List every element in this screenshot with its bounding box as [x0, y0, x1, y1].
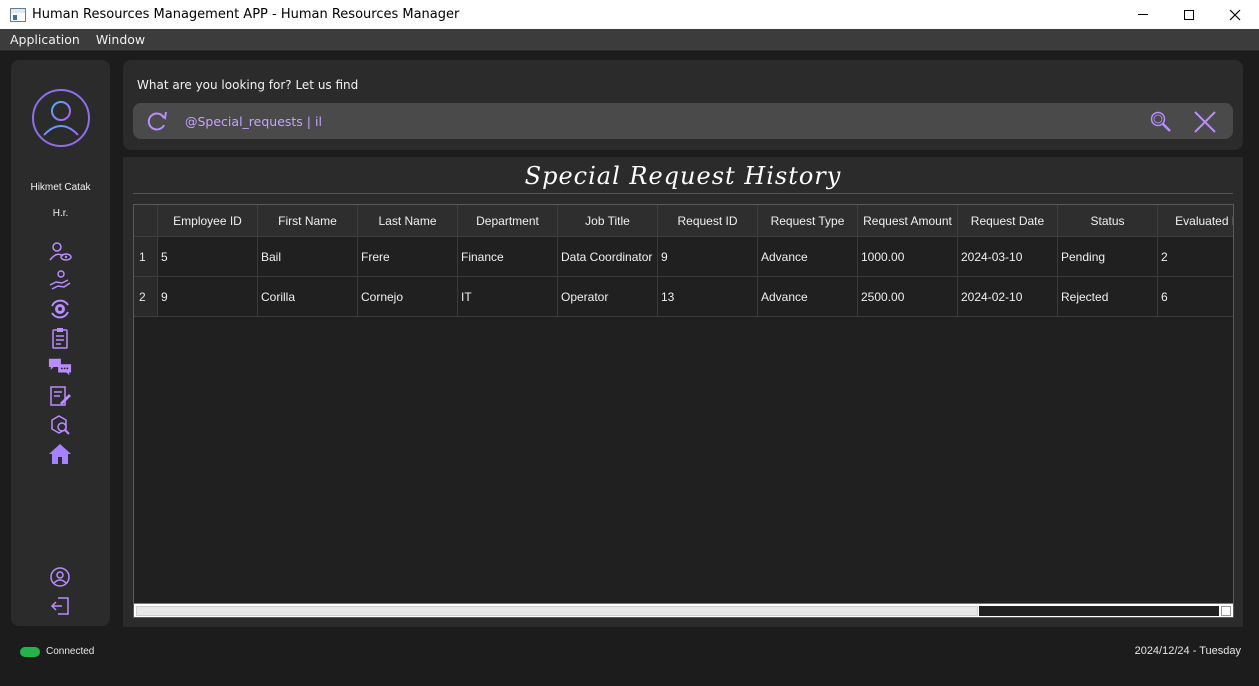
close-icon [1229, 9, 1241, 20]
settings-cycle-icon[interactable] [48, 298, 72, 320]
column-header[interactable]: First Name [258, 205, 358, 237]
column-header[interactable]: Department [458, 205, 558, 237]
home-icon[interactable] [48, 443, 72, 465]
scrollbar-track[interactable] [979, 606, 1219, 616]
table-cell[interactable]: Corilla [258, 277, 358, 317]
connection-status-indicator [20, 647, 40, 657]
sidebar: Hikmet Catak H.r. [11, 60, 110, 626]
chat-icon[interactable] [48, 356, 72, 378]
user-avatar-icon [43, 101, 79, 136]
table-corner[interactable] [134, 205, 158, 237]
close-window-button[interactable] [1212, 0, 1258, 29]
table-cell[interactable]: 2024-03-10 [958, 237, 1058, 277]
search-box-icon[interactable] [48, 414, 72, 436]
column-header[interactable]: Request Type [758, 205, 858, 237]
table-row[interactable]: 1 5 Bail Frere Finance Data Coordinator … [134, 237, 1233, 277]
search-panel: What are you looking for? Let us find [123, 60, 1243, 150]
table-cell[interactable]: 6 [1158, 277, 1233, 317]
table-cell[interactable]: 2500.00 [858, 277, 958, 317]
user-role: H.r. [52, 208, 69, 219]
column-header[interactable]: Request ID [658, 205, 758, 237]
menu-window[interactable]: Window [88, 32, 153, 47]
status-bar: Connected 2024/12/24 - Tuesday [0, 636, 1259, 668]
connection-status: Connected [46, 646, 95, 657]
search-icon [1150, 111, 1171, 132]
column-header[interactable]: Request Amount [858, 205, 958, 237]
clear-search-button[interactable] [1191, 108, 1219, 136]
maximize-icon [1184, 9, 1194, 20]
scrollbar-corner [1221, 606, 1231, 616]
title-divider [133, 193, 1233, 194]
menu-application[interactable]: Application [0, 32, 88, 47]
hand-request-icon[interactable] [48, 269, 72, 291]
scrollbar-thumb[interactable] [136, 606, 978, 616]
logout-icon[interactable] [48, 595, 72, 617]
table-cell[interactable]: 2 [1158, 237, 1233, 277]
table-cell[interactable]: Operator [558, 277, 658, 317]
clipboard-icon[interactable] [48, 327, 72, 349]
maximize-button[interactable] [1166, 0, 1212, 29]
user-name: Hikmet Catak [30, 182, 91, 193]
special-request-table[interactable]: Employee ID First Name Last Name Departm… [133, 204, 1234, 618]
employee-view-icon[interactable] [48, 241, 72, 263]
column-header[interactable]: Evaluated B [1158, 205, 1233, 237]
row-number[interactable]: 1 [134, 237, 158, 277]
search-box [133, 103, 1233, 139]
table-cell[interactable]: Bail [258, 237, 358, 277]
close-icon [1194, 111, 1216, 133]
table-cell[interactable]: 1000.00 [858, 237, 958, 277]
table-cell[interactable]: 2024-02-10 [958, 277, 1058, 317]
table-cell[interactable]: 9 [158, 277, 258, 317]
table-cell[interactable]: IT [458, 277, 558, 317]
table-row[interactable]: 2 9 Corilla Cornejo IT Operator 13 Advan… [134, 277, 1233, 317]
refresh-button[interactable] [145, 110, 169, 132]
table-cell[interactable]: 5 [158, 237, 258, 277]
table-cell[interactable]: Finance [458, 237, 558, 277]
app-window-icon [10, 7, 26, 22]
table-cell[interactable]: Rejected [1058, 277, 1158, 317]
avatar[interactable] [32, 89, 90, 147]
column-header[interactable]: Job Title [558, 205, 658, 237]
column-header[interactable]: Request Date [958, 205, 1058, 237]
table-header: Employee ID First Name Last Name Departm… [134, 205, 1233, 237]
refresh-icon [147, 111, 167, 131]
column-header[interactable]: Last Name [358, 205, 458, 237]
table-cell[interactable]: Cornejo [358, 277, 458, 317]
page-title: Special Request History [524, 162, 842, 190]
search-prompt: What are you looking for? Let us find [137, 78, 359, 92]
table-cell[interactable]: Advance [758, 237, 858, 277]
table-cell[interactable]: 13 [658, 277, 758, 317]
row-number[interactable]: 2 [134, 277, 158, 317]
current-date: 2024/12/24 - Tuesday [1134, 645, 1241, 657]
profile-icon[interactable] [48, 566, 72, 588]
column-header[interactable]: Status [1058, 205, 1158, 237]
main-panel: Special Request History Employee ID Firs… [123, 157, 1243, 627]
search-button[interactable] [1149, 110, 1173, 134]
table-cell[interactable]: 9 [658, 237, 758, 277]
menu-bar: Application Window [0, 29, 1259, 51]
title-bar: Human Resources Management APP - Human R… [0, 0, 1259, 29]
column-header[interactable]: Employee ID [158, 205, 258, 237]
window-title: Human Resources Management APP - Human R… [32, 7, 460, 22]
table-cell[interactable]: Data Coordinator [558, 237, 658, 277]
minimize-button[interactable] [1120, 0, 1166, 29]
horizontal-scrollbar[interactable] [134, 603, 1233, 617]
search-input[interactable] [185, 110, 1085, 132]
table-cell[interactable]: Frere [358, 237, 458, 277]
minimize-icon [1138, 14, 1148, 15]
table-cell[interactable]: Advance [758, 277, 858, 317]
document-edit-icon[interactable] [48, 385, 72, 407]
table-cell[interactable]: Pending [1058, 237, 1158, 277]
